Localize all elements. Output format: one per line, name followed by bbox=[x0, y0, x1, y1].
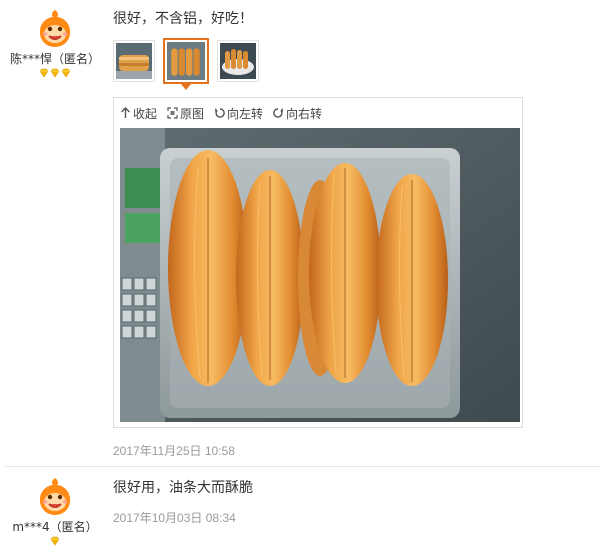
collapse-button[interactable]: 收起 bbox=[120, 105, 157, 122]
review-item: m***4（匿名） 很好用，油条大而酥脆 2017年10月03日 08:34 bbox=[0, 467, 600, 559]
photo-thumbnail-icon[interactable] bbox=[163, 38, 209, 90]
review-date: 2017年11月25日 10:58 bbox=[113, 444, 235, 458]
original-image-label: 原图 bbox=[180, 106, 205, 121]
photo-viewer-toolbar: 收起 原图 向左转 向右转 bbox=[120, 105, 332, 121]
gold-diamond-icon bbox=[61, 68, 71, 78]
review-text: 很好，不含铝，好吃！ bbox=[113, 11, 253, 27]
rotate-left-icon bbox=[214, 108, 225, 118]
rotate-right-label: 向右转 bbox=[286, 106, 323, 121]
gold-diamond-icon bbox=[50, 536, 60, 546]
reviewer-level-badges bbox=[0, 68, 110, 78]
review-content: 很好用，油条大而酥脆 2017年10月03日 08:34 bbox=[113, 479, 253, 525]
rotate-right-button[interactable]: 向右转 bbox=[273, 105, 322, 122]
rotate-right-icon bbox=[273, 108, 284, 118]
review-item: 陈***悍（匿名） 很好，不含铝，好吃！ 收起 原图 向左转 向右转 2017年… bbox=[0, 0, 600, 466]
review-photo-large[interactable] bbox=[120, 128, 520, 422]
review-text: 很好用，油条大而酥脆 bbox=[113, 480, 253, 496]
photo-viewer: 收起 原图 向左转 向右转 bbox=[113, 97, 523, 428]
active-thumbnail-pointer bbox=[181, 84, 191, 90]
review-date: 2017年10月03日 08:34 bbox=[113, 511, 236, 525]
reviewer-level-badges bbox=[0, 536, 110, 546]
review-photo-thumbnails bbox=[113, 38, 269, 90]
gold-diamond-icon bbox=[50, 68, 60, 78]
rotate-left-label: 向左转 bbox=[227, 106, 264, 121]
arrow-up-icon bbox=[121, 107, 130, 118]
reviewer-nickname[interactable]: m***4（匿名） bbox=[0, 520, 110, 534]
orange-mascot-avatar-icon[interactable] bbox=[35, 9, 75, 49]
expand-icon bbox=[167, 107, 178, 119]
original-image-button[interactable]: 原图 bbox=[167, 105, 204, 122]
reviewer-nickname[interactable]: 陈***悍（匿名） bbox=[0, 52, 110, 66]
photo-thumbnail-icon[interactable] bbox=[217, 40, 259, 82]
collapse-label: 收起 bbox=[133, 106, 158, 121]
photo-thumbnail-icon[interactable] bbox=[113, 40, 155, 82]
reviewer-info: m***4（匿名） bbox=[0, 477, 110, 546]
gold-diamond-icon bbox=[39, 68, 49, 78]
reviewer-info: 陈***悍（匿名） bbox=[0, 9, 110, 78]
rotate-left-button[interactable]: 向左转 bbox=[214, 105, 263, 122]
orange-mascot-avatar-icon[interactable] bbox=[35, 477, 75, 517]
review-content: 很好，不含铝，好吃！ 收起 原图 向左转 向右转 2017年11月25日 10:… bbox=[113, 10, 523, 458]
